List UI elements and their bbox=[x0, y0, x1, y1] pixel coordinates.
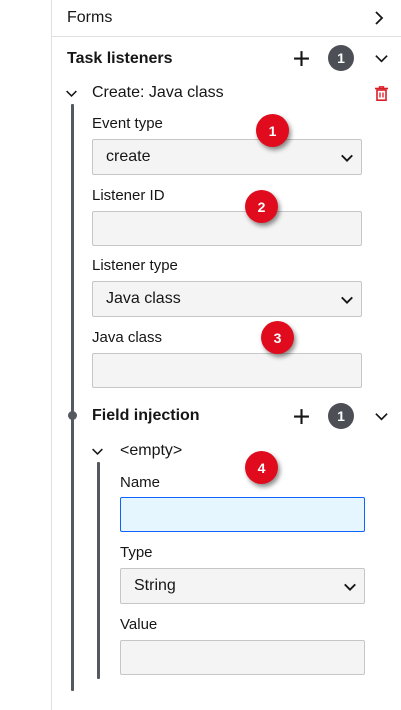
listener-id-input[interactable] bbox=[92, 211, 362, 246]
task-listeners-title: Task listeners bbox=[67, 50, 173, 67]
chevron-down-icon[interactable] bbox=[374, 409, 389, 424]
event-type-select[interactable]: create bbox=[92, 139, 362, 175]
callout-marker-1: 1 bbox=[256, 114, 289, 147]
callout-marker-4: 4 bbox=[245, 451, 278, 484]
collapse-chevron-icon[interactable] bbox=[91, 445, 104, 458]
chevron-right-icon[interactable] bbox=[371, 10, 387, 26]
java-class-label: Java class bbox=[92, 329, 163, 346]
callout-marker-2: 2 bbox=[245, 190, 278, 223]
forms-label: Forms bbox=[67, 9, 113, 26]
tree-line-listener bbox=[71, 104, 74, 691]
task-listeners-count-badge: 1 bbox=[328, 45, 354, 71]
event-type-label: Event type bbox=[92, 115, 163, 132]
collapse-chevron-icon[interactable] bbox=[65, 87, 78, 100]
callout-marker-3: 3 bbox=[261, 321, 294, 354]
add-task-listener-icon[interactable] bbox=[293, 50, 310, 67]
forms-group-header[interactable]: Forms bbox=[52, 0, 401, 37]
type-select[interactable]: String bbox=[120, 568, 365, 604]
select-chevron-icon bbox=[344, 583, 356, 591]
listener-type-value: Java class bbox=[106, 290, 181, 307]
name-input[interactable] bbox=[120, 497, 365, 532]
value-input[interactable] bbox=[120, 640, 365, 675]
field-item-title[interactable]: <empty> bbox=[120, 442, 182, 460]
value-label: Value bbox=[120, 616, 158, 633]
event-type-value: create bbox=[106, 148, 151, 165]
panel-left-border bbox=[51, 0, 52, 710]
name-label: Name bbox=[120, 474, 161, 491]
listener-id-label: Listener ID bbox=[92, 187, 165, 204]
select-chevron-icon bbox=[341, 296, 353, 304]
type-label: Type bbox=[120, 544, 153, 561]
trash-icon[interactable] bbox=[375, 86, 388, 101]
type-value: String bbox=[134, 577, 176, 594]
java-class-input[interactable] bbox=[92, 353, 362, 388]
select-chevron-icon bbox=[341, 154, 353, 162]
tree-line-field bbox=[97, 462, 100, 679]
listener-item-title[interactable]: Create: Java class bbox=[92, 84, 224, 102]
tree-node-dot bbox=[68, 411, 77, 420]
chevron-down-icon[interactable] bbox=[374, 51, 389, 66]
field-injection-title: Field injection bbox=[92, 407, 200, 424]
field-injection-count-badge: 1 bbox=[328, 403, 354, 429]
add-field-injection-icon[interactable] bbox=[293, 408, 310, 425]
listener-type-select[interactable]: Java class bbox=[92, 281, 362, 317]
listener-type-label: Listener type bbox=[92, 257, 178, 274]
